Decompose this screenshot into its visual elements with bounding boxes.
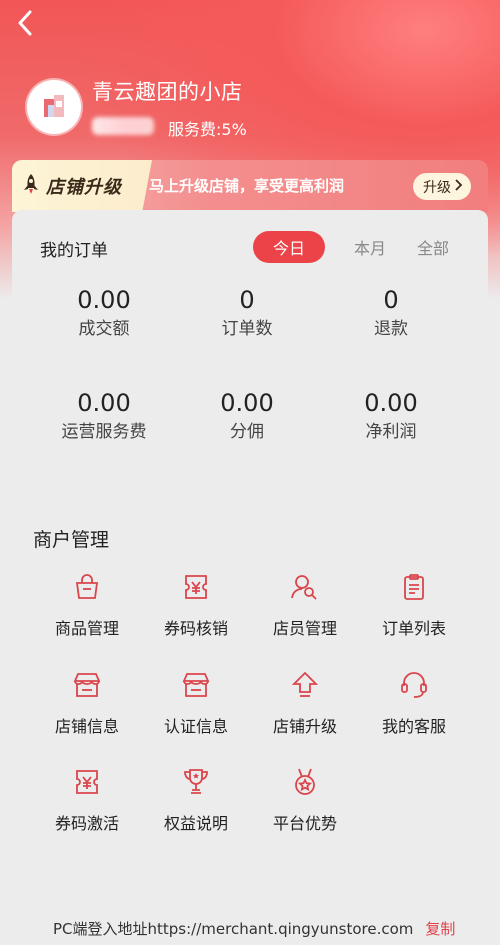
stat-label: 退款	[374, 319, 408, 339]
upgrade-button[interactable]: 升级	[413, 173, 471, 200]
copy-button[interactable]: 复制	[425, 918, 455, 939]
coupon-verify-icon	[141, 567, 251, 607]
menu-label: 券码核销	[163, 619, 228, 638]
shopping-bag-icon	[32, 567, 142, 607]
headset-icon	[359, 665, 469, 705]
menu-label: 券码激活	[54, 814, 119, 833]
rocket-icon	[22, 173, 40, 199]
tab-month[interactable]: 本月	[342, 231, 398, 263]
menu-label: 我的客服	[381, 717, 446, 736]
menu-coupon-activate[interactable]: 券码激活	[32, 762, 142, 834]
menu-staff-management[interactable]: 店员管理	[250, 567, 360, 639]
stat-label: 成交额	[78, 319, 130, 339]
upgrade-banner[interactable]: 店铺升级 马上升级店铺，享受更高利润 升级	[12, 160, 488, 212]
menu-store-info[interactable]: 店铺信息	[32, 665, 142, 737]
stat-label: 分佣	[230, 422, 264, 442]
menu-label: 平台优势	[272, 814, 337, 833]
stat-label: 订单数	[221, 319, 273, 339]
chevron-right-icon	[453, 178, 463, 195]
arrow-up-icon	[250, 665, 360, 705]
stat-value: 0.00	[364, 389, 418, 417]
pc-login-url: PC端登入地址https://merchant.qingyunstore.com	[53, 920, 414, 938]
menu-customer-service[interactable]: 我的客服	[359, 665, 469, 737]
coupon-activate-icon	[32, 762, 142, 802]
merchant-section-title: 商户管理	[33, 529, 110, 551]
storefront-verify-icon	[141, 665, 251, 705]
menu-label: 权益说明	[163, 814, 228, 833]
stat-value: 0.00	[220, 389, 274, 417]
staff-search-icon	[250, 567, 360, 607]
menu-benefits[interactable]: 权益说明	[141, 762, 251, 834]
tab-all[interactable]: 全部	[408, 231, 458, 263]
banner-badge: 店铺升级	[12, 160, 152, 212]
menu-label: 店铺升级	[272, 717, 337, 736]
banner-text: 马上升级店铺，享受更高利润	[149, 177, 345, 195]
storefront-icon	[32, 665, 142, 705]
menu-product-management[interactable]: 商品管理	[32, 567, 142, 639]
stat-value: 0.00	[77, 389, 131, 417]
service-fee: 服务费:5%	[168, 120, 247, 139]
back-arrow-icon[interactable]	[12, 8, 38, 38]
stat-value: 0	[383, 286, 399, 314]
menu-label: 订单列表	[381, 619, 446, 638]
store-avatar	[27, 80, 81, 134]
footer: PC端登入地址https://merchant.qingyunstore.com…	[0, 918, 500, 945]
stat-refund: 0 退款	[321, 285, 461, 343]
stat-order-count: 0 订单数	[177, 285, 317, 343]
menu-label: 店员管理	[272, 619, 337, 638]
tab-today[interactable]: 今日	[253, 231, 325, 263]
stat-label: 运营服务费	[61, 422, 147, 442]
orders-title: 我的订单	[40, 241, 108, 261]
stat-value: 0.00	[77, 286, 131, 314]
clipboard-list-icon	[359, 567, 469, 607]
menu-store-upgrade[interactable]: 店铺升级	[250, 665, 360, 737]
menu-label: 商品管理	[54, 619, 119, 638]
store-id-blurred	[92, 117, 154, 135]
stat-value: 0	[239, 286, 255, 314]
stat-gmv: 0.00 成交额	[34, 285, 174, 343]
stat-label: 净利润	[365, 422, 417, 442]
menu-platform-advantages[interactable]: 平台优势	[250, 762, 360, 834]
stat-net-profit: 0.00 净利润	[321, 388, 461, 446]
menu-label: 认证信息	[163, 717, 228, 736]
menu-coupon-verify[interactable]: 券码核销	[141, 567, 251, 639]
banner-title: 店铺升级	[46, 177, 122, 198]
trophy-icon	[141, 762, 251, 802]
menu-order-list[interactable]: 订单列表	[359, 567, 469, 639]
menu-label: 店铺信息	[54, 717, 119, 736]
stat-commission: 0.00 分佣	[177, 388, 317, 446]
medal-icon	[250, 762, 360, 802]
upgrade-button-label: 升级	[423, 179, 451, 196]
store-name: 青云趣团的小店	[92, 80, 243, 104]
order-card: 我的订单 今日 本月 全部 0.00 成交额 0 订单数 0 退款 0.00 运…	[12, 210, 488, 490]
stat-service-fee: 0.00 运营服务费	[34, 388, 174, 446]
menu-verification-info[interactable]: 认证信息	[141, 665, 251, 737]
